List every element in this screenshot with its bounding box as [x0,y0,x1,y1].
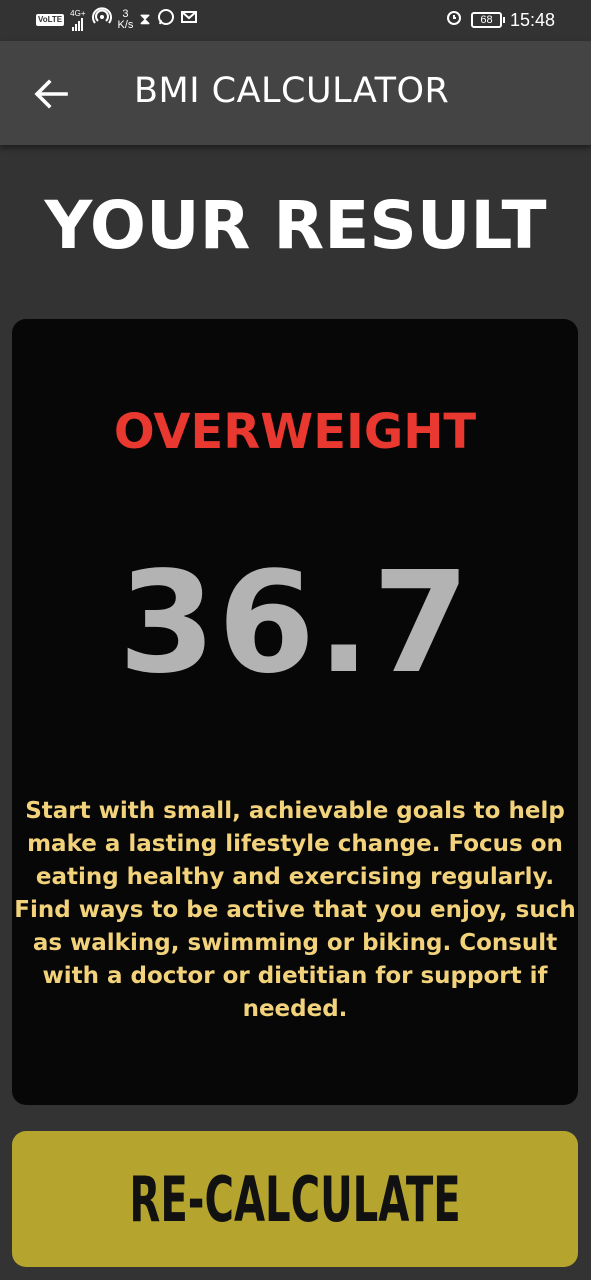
alarm-icon [445,8,463,32]
volte-icon: VoLTE [36,14,65,26]
signal-icon [72,18,84,31]
recalculate-label: RE-CALCULATE [129,1162,461,1236]
status-right-group: 68 15:48 [445,9,555,31]
bmi-category: OVERWEIGHT [113,404,477,460]
bmi-advice: Start with small, achievable goals to he… [14,798,576,1022]
bmi-value: 36.7 [118,542,472,705]
hotspot-icon [91,7,112,33]
status-bar: VoLTE 4G+ 3 K/s ⧗ 68 15:48 [0,0,591,41]
recalculate-button[interactable]: RE-CALCULATE [12,1131,578,1267]
app-bar: BMI CALCULATOR [0,41,591,145]
status-left-group: VoLTE 4G+ 3 K/s ⧗ [36,7,199,33]
status-time: 15:48 [509,9,555,30]
battery-icon: 68 [470,12,505,28]
app-title: BMI CALCULATOR [134,71,450,111]
page-title: YOUR RESULT [44,187,547,264]
message-icon [180,9,199,31]
network-type: 4G+ [70,9,86,31]
speed-unit: K/s [117,19,134,31]
result-card: OVERWEIGHT 36.7 Start with small, achiev… [12,319,578,1105]
whatsapp-icon [157,8,175,32]
network-type-label: 4G+ [70,9,86,18]
back-button[interactable] [30,73,72,115]
network-speed: 3 K/s [118,9,134,31]
hourglass-icon: ⧗ [139,11,151,28]
arrow-left-icon [34,79,68,109]
